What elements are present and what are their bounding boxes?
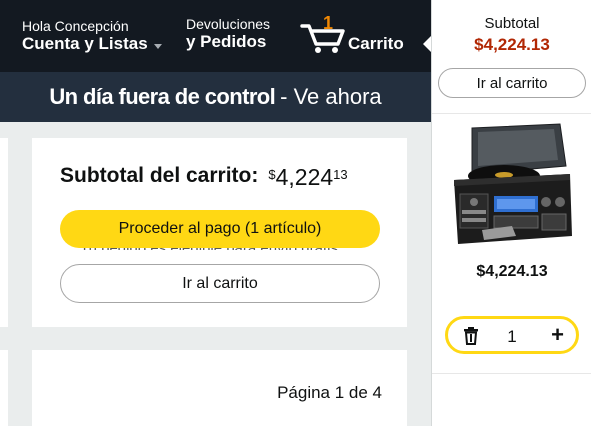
- cart-sidebar: Subtotal $4,224.13 Ir al carrito $4,224.…: [431, 0, 591, 426]
- price-fraction: 13: [333, 167, 348, 182]
- cart-subtotal-card: Subtotal del carrito: $ 4,224 13 Tu pedi…: [32, 138, 407, 327]
- pagination-card: Página 1 de 4: [32, 350, 407, 426]
- subtotal-label: Subtotal del carrito:: [60, 164, 259, 187]
- account-lists-text: Cuenta y Listas: [22, 34, 148, 53]
- sidebar-subtotal-label: Subtotal: [484, 15, 540, 32]
- price-symbol: $: [268, 167, 276, 182]
- subtotal-price: $ 4,224 13: [268, 164, 347, 190]
- pagination-text: Página 1 de 4: [277, 383, 382, 402]
- subtotal-row: Subtotal del carrito: $ 4,224 13: [60, 164, 348, 190]
- price-whole: 4,224: [275, 164, 334, 190]
- returns-orders-link[interactable]: Devoluciones y Pedidos: [186, 16, 270, 52]
- account-lists-label: Cuenta y Listas: [22, 34, 162, 54]
- cart-link[interactable]: 1 Carrito: [300, 12, 410, 56]
- sidebar-subtotal-price: $4,224.13: [474, 35, 550, 54]
- plus-icon[interactable]: +: [551, 324, 564, 346]
- returns-line2: y Pedidos: [186, 32, 267, 51]
- caret-down-icon: [153, 43, 162, 49]
- nav-header: Hola Concepción Cuenta y Listas Devoluci…: [0, 0, 431, 72]
- items-panel-edge: [0, 350, 8, 426]
- cart-count-badge: 1: [323, 13, 334, 33]
- proceed-to-checkout-button[interactable]: Proceder al pago (1 artículo): [60, 210, 380, 248]
- account-greeting: Hola Concepción: [22, 18, 129, 34]
- cart-label: Carrito: [348, 34, 404, 53]
- promo-bold-text: Un día fuera de control: [49, 84, 276, 109]
- sidebar-divider-bottom: [432, 373, 591, 374]
- go-to-cart-button[interactable]: Ir al carrito: [60, 264, 380, 303]
- sidebar-go-to-cart-button[interactable]: Ir al carrito: [438, 68, 586, 98]
- promo-rest-text: - Ve ahora: [280, 84, 382, 109]
- sidebar-pointer: [423, 36, 431, 52]
- returns-line1: Devoluciones: [186, 16, 271, 32]
- account-lists-link[interactable]: Hola Concepción Cuenta y Listas: [22, 18, 162, 54]
- promo-banner[interactable]: Un día fuera de control - Ve ahora: [0, 72, 431, 122]
- quantity-stepper: 1 +: [445, 316, 579, 354]
- sidebar-divider: [432, 113, 591, 114]
- product-image[interactable]: [442, 118, 582, 253]
- cart-items-panel-edge: [0, 138, 8, 327]
- sidebar-item-price: $4,224.13: [476, 263, 548, 280]
